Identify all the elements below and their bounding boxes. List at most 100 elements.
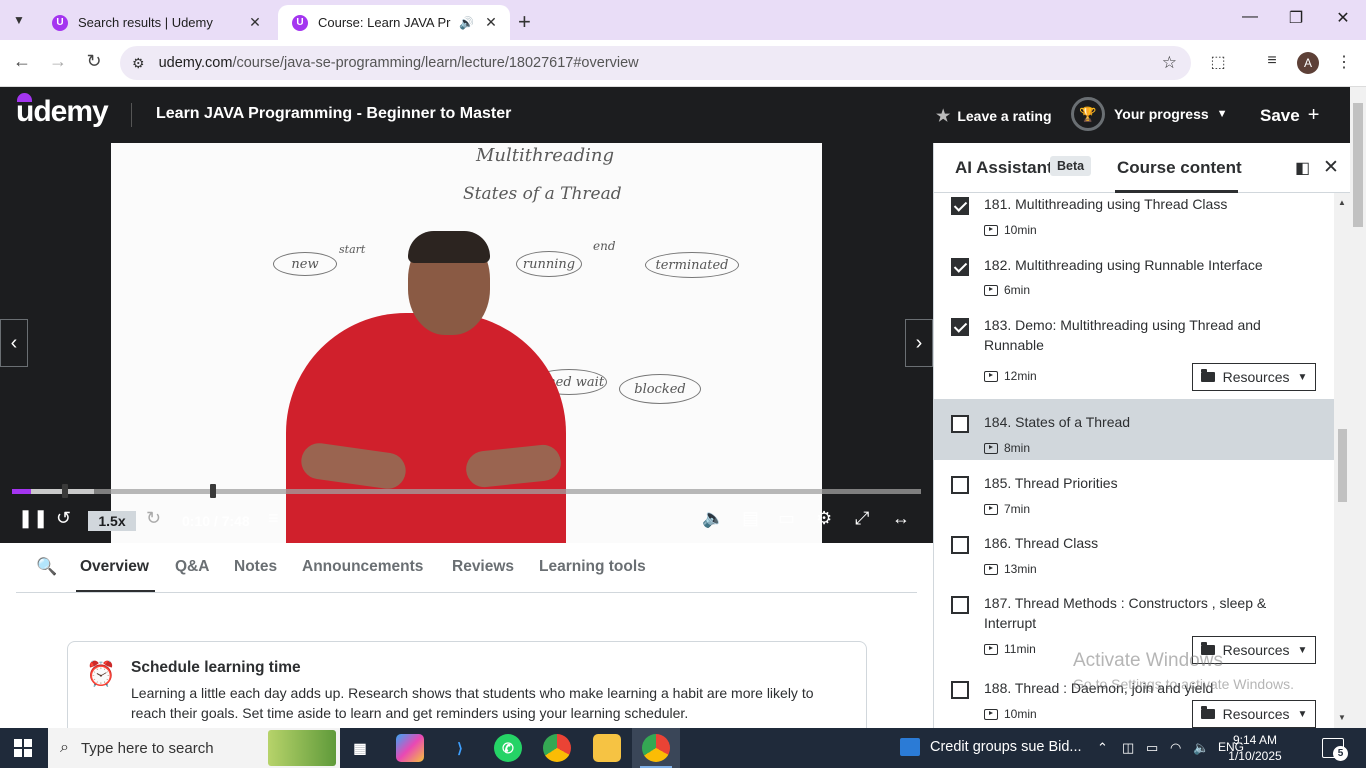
tab-close-icon[interactable]: ✕ <box>246 14 264 31</box>
tab-title: Course: Learn JAVA Programm <box>318 15 451 30</box>
tab-announcements[interactable]: Announcements <box>302 558 423 576</box>
close-sidebar-icon[interactable]: ✕ <box>1323 156 1339 179</box>
settings-gear-icon[interactable]: ⚙ <box>816 508 832 529</box>
video-player[interactable]: Multithreading States of a Thread new ru… <box>0 143 933 543</box>
add-note-icon[interactable]: ≡ <box>268 508 279 529</box>
time-display: 0:10 / 7:48 <box>182 513 250 529</box>
tray-chevron-up-icon[interactable]: ⌃ <box>1097 740 1108 756</box>
media-control-icon[interactable]: ≡ <box>1260 52 1284 70</box>
vscode-icon[interactable]: ⟩ <box>446 734 474 762</box>
battery-icon[interactable]: ▭ <box>1146 740 1158 756</box>
tab-reviews[interactable]: Reviews <box>452 558 514 576</box>
next-lecture-arrow-icon[interactable]: › <box>905 319 933 367</box>
lecture-checkbox[interactable] <box>951 197 969 215</box>
chrome-icon[interactable] <box>543 734 571 762</box>
playback-speed-button[interactable]: 1.5x <box>88 511 136 531</box>
bookmark-star-icon[interactable]: ☆ <box>1162 53 1177 73</box>
volume-icon[interactable]: 🔈 <box>702 508 724 529</box>
alarm-clock-icon: ⏰ <box>86 661 116 688</box>
extensions-icon[interactable]: ⬚ <box>1206 52 1230 72</box>
lecture-checkbox[interactable] <box>951 536 969 554</box>
new-tab-plus-icon[interactable]: + <box>518 9 531 35</box>
notification-count-badge: 5 <box>1333 746 1348 761</box>
lecture-checkbox[interactable] <box>951 415 969 433</box>
back-arrow-icon[interactable]: ← <box>10 51 34 72</box>
reload-icon[interactable]: ↻ <box>82 51 106 72</box>
browser-tab-search-results[interactable]: U Search results | Udemy ✕ <box>38 5 274 40</box>
tab-close-icon[interactable]: ✕ <box>482 14 500 31</box>
copilot-icon[interactable] <box>396 734 424 762</box>
your-progress-label: Your progress <box>1114 106 1209 122</box>
page-scrollbar[interactable] <box>1350 87 1366 728</box>
wifi-icon[interactable]: ◠ <box>1170 740 1181 756</box>
lecture-item[interactable]: 181. Multithreading using Thread Class 1… <box>934 193 1334 253</box>
minimize-icon[interactable]: — <box>1227 8 1273 26</box>
rewind-icon[interactable]: ↺ <box>56 508 71 529</box>
save-label: Save <box>1260 106 1300 125</box>
expand-width-icon[interactable]: ↔ <box>892 508 910 529</box>
udemy-logo[interactable]: udemy <box>16 93 109 129</box>
lecture-checkbox[interactable] <box>951 476 969 494</box>
profile-avatar[interactable]: A <box>1297 52 1319 74</box>
sidebar-scrollbar[interactable]: ▲ ▼ <box>1334 193 1350 728</box>
tab-learning-tools[interactable]: Learning tools <box>539 558 646 576</box>
lecture-duration: 11min <box>984 642 1036 656</box>
windows-start-icon[interactable] <box>14 739 32 757</box>
resources-dropdown-button[interactable]: Resources ▼ <box>1192 363 1316 391</box>
forward-arrow-icon[interactable]: → <box>46 51 70 72</box>
tab-notes[interactable]: Notes <box>234 558 277 576</box>
video-icon <box>984 370 998 382</box>
scroll-up-arrow-icon[interactable]: ▲ <box>1338 198 1346 207</box>
forward-icon[interactable]: ↻ <box>146 508 161 529</box>
meet-now-icon[interactable]: ◫ <box>1122 740 1134 756</box>
tab-course-content[interactable]: Course content <box>1117 158 1242 178</box>
save-button[interactable]: Save + <box>1260 104 1319 127</box>
resources-dropdown-button[interactable]: Resources ▼ <box>1192 700 1316 728</box>
tab-overview[interactable]: Overview <box>80 558 149 576</box>
lecture-item[interactable]: 182. Multithreading using Runnable Inter… <box>934 253 1334 313</box>
whatsapp-icon[interactable]: ✆ <box>494 734 522 762</box>
lecture-item[interactable]: 186. Thread Class 13min <box>934 520 1334 580</box>
lecture-checkbox[interactable] <box>951 318 969 336</box>
dock-panel-icon[interactable]: ◧ <box>1295 158 1310 178</box>
scrollbar-thumb[interactable] <box>1338 429 1347 502</box>
course-title[interactable]: Learn JAVA Programming - Beginner to Mas… <box>156 105 511 123</box>
lecture-checkbox[interactable] <box>951 596 969 614</box>
file-explorer-icon[interactable] <box>593 734 621 762</box>
pause-icon[interactable]: ❚❚ <box>18 508 48 529</box>
seek-bar[interactable] <box>12 489 921 494</box>
lecture-item[interactable]: 183. Demo: Multithreading using Thread a… <box>934 313 1334 399</box>
speaker-icon[interactable]: 🔊 <box>459 16 474 30</box>
browser-menu-icon[interactable]: ⋮ <box>1332 52 1356 72</box>
site-info-icon[interactable]: ⚙ <box>132 55 145 72</box>
search-icon[interactable]: 🔍 <box>36 557 57 577</box>
news-widget[interactable]: Credit groups sue Bid... <box>900 738 1082 756</box>
seek-handle[interactable] <box>62 484 68 498</box>
board-title: Multithreading <box>476 145 614 166</box>
window-close-icon[interactable]: ✕ <box>1320 8 1366 28</box>
restore-icon[interactable]: ❐ <box>1273 8 1319 28</box>
fullscreen-icon[interactable]: ⤢ <box>855 508 869 529</box>
previous-lecture-arrow-icon[interactable]: ‹ <box>0 319 28 367</box>
tab-ai-assistant[interactable]: AI Assistant <box>955 158 1053 178</box>
captions-icon[interactable]: ▭ <box>778 508 795 529</box>
scroll-down-arrow-icon[interactable]: ▼ <box>1338 713 1346 722</box>
video-frame[interactable]: Multithreading States of a Thread new ru… <box>111 143 822 543</box>
task-view-icon[interactable]: ▦ <box>346 734 374 762</box>
taskbar-clock[interactable]: 9:14 AM 1/10/2025 <box>1226 732 1284 764</box>
leave-rating-button[interactable]: ★ Leave a rating <box>936 106 1052 126</box>
lecture-item[interactable]: 185. Thread Priorities 7min <box>934 460 1334 520</box>
your-progress-button[interactable]: 🏆 Your progress ▼ <box>1071 97 1228 131</box>
scrollbar-thumb[interactable] <box>1353 103 1363 227</box>
browser-tab-course[interactable]: U Course: Learn JAVA Programm 🔊 ✕ <box>278 5 510 40</box>
tab-search-chevron-icon[interactable]: ▼ <box>6 7 32 33</box>
lecture-title: 186. Thread Class <box>984 535 1099 551</box>
volume-icon[interactable]: 🔈 <box>1193 740 1209 756</box>
lecture-item-current[interactable]: 184. States of a Thread 8min <box>934 399 1334 460</box>
chrome-profile-icon[interactable] <box>642 734 670 762</box>
transcript-icon[interactable]: ▤ <box>742 508 759 529</box>
lecture-checkbox[interactable] <box>951 258 969 276</box>
tab-qa[interactable]: Q&A <box>175 558 209 576</box>
lecture-checkbox[interactable] <box>951 681 969 699</box>
address-bar[interactable]: ⚙ udemy.com/course/java-se-programming/l… <box>120 46 1191 80</box>
